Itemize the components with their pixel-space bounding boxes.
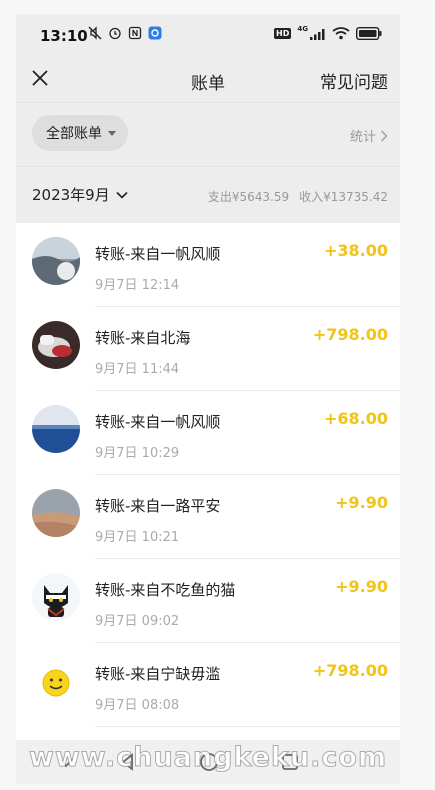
transaction-title: 转账-来自一帆风顺 bbox=[95, 413, 221, 431]
transaction-time: 9月7日 12:14 bbox=[95, 278, 180, 293]
divider bbox=[16, 102, 400, 103]
wifi-icon bbox=[332, 27, 350, 40]
month-label: 2023年9月 bbox=[32, 186, 110, 204]
stats-label: 统计 bbox=[349, 130, 376, 145]
status-icons-left bbox=[88, 26, 162, 40]
month-picker[interactable]: 2023年9月 bbox=[32, 184, 128, 205]
status-bar: 13:10 HD 4G bbox=[16, 14, 400, 58]
nav-bar: 账单 常见问题 bbox=[16, 58, 400, 102]
transaction-row[interactable]: 转账-来自宁缺毋滥 9月7日 08:08 +798.00 bbox=[16, 643, 400, 727]
transaction-amount: +9.90 bbox=[335, 493, 388, 512]
network-type: 4G bbox=[297, 25, 308, 33]
transaction-time: 9月7日 09:02 bbox=[95, 614, 180, 629]
transaction-row[interactable]: 转账-来自一路平安 9月7日 10:21 +9.90 bbox=[16, 475, 400, 559]
status-icons-right: HD 4G bbox=[274, 25, 382, 40]
transaction-list: 转账-来自一帆风顺 9月7日 12:14 +38.00 转账-来自北海 9月7日… bbox=[16, 223, 400, 784]
battery-icon bbox=[356, 27, 382, 40]
hd-badge: HD bbox=[274, 28, 292, 39]
transaction-time: 9月7日 11:44 bbox=[95, 362, 180, 377]
signal-icon bbox=[310, 28, 325, 40]
transaction-title: 转账-来自一路平安 bbox=[95, 497, 221, 515]
stats-link[interactable]: 统计 bbox=[350, 126, 388, 145]
avatar bbox=[32, 489, 80, 537]
transaction-title: 转账-来自北海 bbox=[95, 329, 191, 347]
filter-row: 全部账单 统计 bbox=[16, 113, 400, 155]
transaction-amount: +9.90 bbox=[335, 577, 388, 596]
chevron-right-icon bbox=[381, 130, 388, 141]
chevron-down-icon bbox=[116, 191, 128, 199]
transaction-row[interactable]: 转账-来自一帆风顺 9月7日 12:14 +38.00 bbox=[16, 223, 400, 307]
nfc-icon bbox=[128, 26, 142, 40]
bill-screen: 13:10 HD 4G 账单 常见问题 全部账单 统计 2023年9月 支出¥5… bbox=[16, 14, 400, 784]
bill-filter-dropdown[interactable]: 全部账单 bbox=[32, 115, 128, 151]
filter-chip-label: 全部账单 bbox=[46, 126, 102, 142]
transaction-amount: +798.00 bbox=[312, 325, 388, 344]
transaction-time: 9月7日 10:29 bbox=[95, 446, 180, 461]
transaction-time: 9月7日 10:21 bbox=[95, 530, 180, 545]
transaction-amount: +68.00 bbox=[323, 409, 388, 428]
alarm-icon bbox=[109, 27, 121, 40]
month-totals: 支出¥5643.59 收入¥13735.42 bbox=[208, 188, 388, 205]
month-row: 2023年9月 支出¥5643.59 收入¥13735.42 bbox=[16, 180, 400, 210]
transaction-row[interactable]: 转账-来自不吃鱼的猫 9月7日 09:02 +9.90 bbox=[16, 559, 400, 643]
transaction-title: 转账-来自不吃鱼的猫 bbox=[95, 581, 236, 599]
transaction-title: 转账-来自一帆风顺 bbox=[95, 245, 221, 263]
avatar bbox=[32, 237, 80, 285]
status-time: 13:10 bbox=[40, 27, 88, 45]
mute-icon bbox=[88, 26, 102, 40]
watermark: www.chuangkeku.com bbox=[28, 742, 388, 774]
avatar bbox=[32, 657, 80, 705]
transaction-time: 9月7日 08:08 bbox=[95, 698, 180, 713]
divider bbox=[16, 166, 400, 167]
app-notification-icon bbox=[148, 26, 162, 40]
expense-total: 支出¥5643.59 bbox=[207, 190, 290, 204]
income-total: 收入¥13735.42 bbox=[299, 190, 388, 204]
transaction-row[interactable]: 转账-来自北海 9月7日 11:44 +798.00 bbox=[16, 307, 400, 391]
avatar bbox=[32, 573, 80, 621]
row-divider bbox=[95, 726, 400, 727]
faq-link[interactable]: 常见问题 bbox=[320, 68, 388, 93]
avatar bbox=[32, 321, 80, 369]
avatar bbox=[32, 405, 80, 453]
transaction-amount: +38.00 bbox=[323, 241, 388, 260]
caret-down-icon bbox=[108, 130, 116, 136]
transaction-row[interactable]: 转账-来自一帆风顺 9月7日 10:29 +68.00 bbox=[16, 391, 400, 475]
transaction-amount: +798.00 bbox=[312, 661, 388, 680]
transaction-title: 转账-来自宁缺毋滥 bbox=[95, 665, 221, 683]
